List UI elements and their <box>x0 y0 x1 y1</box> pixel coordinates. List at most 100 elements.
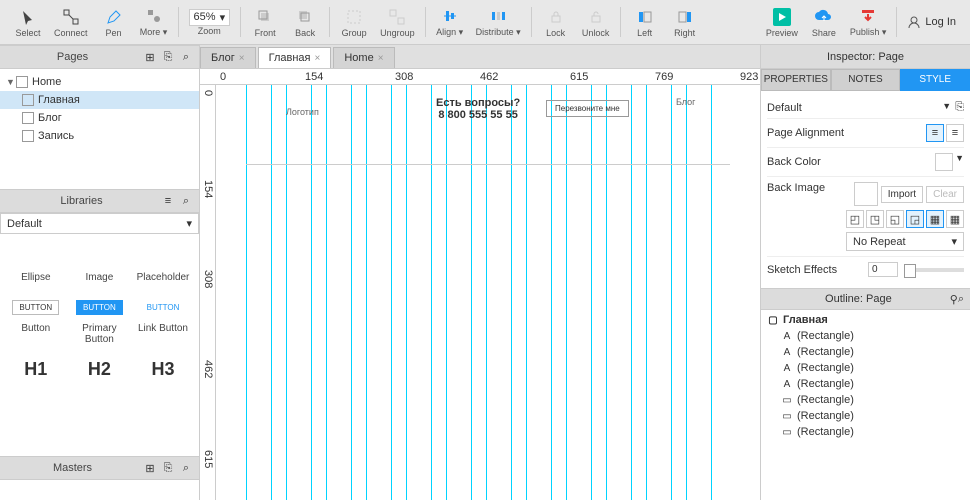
pos-button[interactable]: ◰ <box>846 210 864 228</box>
distribute-menu[interactable]: Distribute ▾ <box>470 4 527 40</box>
outline-row[interactable]: ▢Главная <box>761 312 970 328</box>
outline-row[interactable]: A(Rectangle) <box>761 344 970 360</box>
align-menu[interactable]: Align ▾ <box>430 4 470 40</box>
chevron-down-icon[interactable]: ▼ <box>942 101 951 114</box>
dock-right-button[interactable]: Right <box>665 5 705 40</box>
pen-tool[interactable]: Pen <box>94 5 134 40</box>
cursor-icon <box>18 7 38 27</box>
publish-menu[interactable]: Publish ▾ <box>844 4 893 40</box>
vertical-ruler: 0154308462615 <box>200 85 216 500</box>
text-icon: A <box>781 347 793 358</box>
pos-button[interactable]: ▦ <box>926 210 944 228</box>
connect-tool[interactable]: Connect <box>48 5 94 40</box>
search-icon[interactable]: ⌕ <box>179 194 193 208</box>
tab-properties[interactable]: PROPERTIES <box>761 69 831 91</box>
pos-button[interactable]: ◲ <box>906 210 924 228</box>
back-button[interactable]: Back <box>285 5 325 40</box>
left-sidebar: Pages ⊞ ⎘ ⌕ ▼Home Главная Блог Запись Li… <box>0 45 200 500</box>
library-selector[interactable]: Default▾ <box>0 213 199 234</box>
page-icon <box>16 76 28 88</box>
select-tool[interactable]: Select <box>8 5 48 40</box>
tree-row-glavnaya[interactable]: Главная <box>0 91 199 109</box>
prop-back-color: Back Color ▼ <box>767 147 964 176</box>
download-icon <box>858 6 878 26</box>
unlock-button[interactable]: Unlock <box>576 5 616 40</box>
pos-button[interactable]: ◳ <box>866 210 884 228</box>
inspector-header: Inspector: Page <box>761 45 970 69</box>
add-master-icon[interactable]: ⊞ <box>143 461 157 475</box>
widget-button[interactable]: BUTTONButton <box>4 289 68 351</box>
widget-ellipse[interactable]: Ellipse <box>4 238 68 289</box>
widget-link-button[interactable]: BUTTONLink Button <box>131 289 195 351</box>
menu-icon[interactable]: ≡ <box>161 194 175 208</box>
pos-button[interactable]: ◱ <box>886 210 904 228</box>
mockup-blog-link[interactable]: Блог <box>676 97 695 107</box>
widget-h3[interactable]: H3 <box>131 351 195 391</box>
sketch-input[interactable] <box>868 262 898 277</box>
outline-row[interactable]: ▭(Rectangle) <box>761 392 970 408</box>
preview-button[interactable]: Preview <box>760 5 804 40</box>
tab-glavnaya[interactable]: Главная× <box>258 47 332 68</box>
outline-row[interactable]: A(Rectangle) <box>761 360 970 376</box>
canvas[interactable]: Логотип Есть вопросы?8 800 555 55 55 Пер… <box>216 85 760 500</box>
tab-style[interactable]: STYLE <box>900 69 970 91</box>
repeat-select[interactable]: No Repeat▾ <box>846 232 964 251</box>
duplicate-page-icon[interactable]: ⎘ <box>161 50 175 64</box>
tab-notes[interactable]: NOTES <box>831 69 901 91</box>
group-button[interactable]: Group <box>334 5 374 40</box>
filter-icon[interactable]: ⚲ <box>950 293 958 306</box>
align-center-button[interactable]: ≡ <box>926 124 944 142</box>
outline-row[interactable]: A(Rectangle) <box>761 376 970 392</box>
search-icon[interactable]: ⌕ <box>179 50 193 64</box>
outline-row[interactable]: A(Rectangle) <box>761 328 970 344</box>
close-icon[interactable]: × <box>378 53 384 64</box>
widget-h2[interactable]: H2 <box>68 351 132 391</box>
zoom-control[interactable]: 65%▾Zoom <box>183 7 237 38</box>
outline-row[interactable]: ▭(Rectangle) <box>761 424 970 440</box>
shapes-icon <box>144 6 164 26</box>
outline-row[interactable]: ▭(Rectangle) <box>761 408 970 424</box>
widget-primary-button[interactable]: BUTTONPrimary Button <box>68 289 132 351</box>
inspector-tabs: PROPERTIES NOTES STYLE <box>761 69 970 91</box>
tree-row-home[interactable]: ▼Home <box>0 73 199 91</box>
pen-icon <box>104 7 124 27</box>
close-icon[interactable]: × <box>315 53 321 64</box>
widget-placeholder[interactable]: Placeholder <box>131 238 195 289</box>
color-swatch[interactable] <box>935 153 953 171</box>
chevron-down-icon[interactable]: ▼ <box>955 153 964 171</box>
page-icon <box>22 94 34 106</box>
pages-tree: ▼Home Главная Блог Запись <box>0 69 199 189</box>
more-menu[interactable]: More ▾ <box>134 4 174 40</box>
align-left-button[interactable]: ≡ <box>946 124 964 142</box>
dock-left-button[interactable]: Left <box>625 5 665 40</box>
connect-icon <box>61 7 81 27</box>
tree-row-blog[interactable]: Блог <box>0 109 199 127</box>
copy-style-icon[interactable]: ⎘ <box>955 101 964 114</box>
tab-blog[interactable]: Блог× <box>200 47 256 68</box>
lock-button[interactable]: Lock <box>536 5 576 40</box>
close-icon[interactable]: × <box>239 53 245 64</box>
page-tabs: Блог× Главная× Home× <box>200 45 760 69</box>
sketch-slider[interactable] <box>904 268 964 272</box>
clear-button[interactable]: Clear <box>926 186 964 203</box>
mockup-logo[interactable]: Логотип <box>286 107 319 117</box>
widget-h1[interactable]: H1 <box>4 351 68 391</box>
front-button[interactable]: Front <box>245 5 285 40</box>
ungroup-button[interactable]: Ungroup <box>374 5 421 40</box>
pages-panel-header: Pages ⊞ ⎘ ⌕ <box>0 45 199 69</box>
search-icon[interactable]: ⌕ <box>179 461 193 475</box>
mockup-callback-button[interactable]: Перезвоните мне <box>546 100 629 117</box>
prop-page-alignment: Page Alignment ≡≡ <box>767 118 964 147</box>
duplicate-master-icon[interactable]: ⎘ <box>161 461 175 475</box>
add-page-icon[interactable]: ⊞ <box>143 50 157 64</box>
tree-row-zapis[interactable]: Запись <box>0 127 199 145</box>
import-button[interactable]: Import <box>881 186 923 203</box>
tab-home[interactable]: Home× <box>333 47 394 68</box>
share-button[interactable]: Share <box>804 5 844 40</box>
widget-image[interactable]: Image <box>68 238 132 289</box>
login-button[interactable]: Log In <box>901 13 962 31</box>
chevron-down-icon: ▾ <box>186 217 192 230</box>
mockup-phone-block[interactable]: Есть вопросы?8 800 555 55 55 <box>436 97 520 121</box>
pos-button[interactable]: ▦ <box>946 210 964 228</box>
search-icon[interactable]: ⌕ <box>958 293 964 306</box>
